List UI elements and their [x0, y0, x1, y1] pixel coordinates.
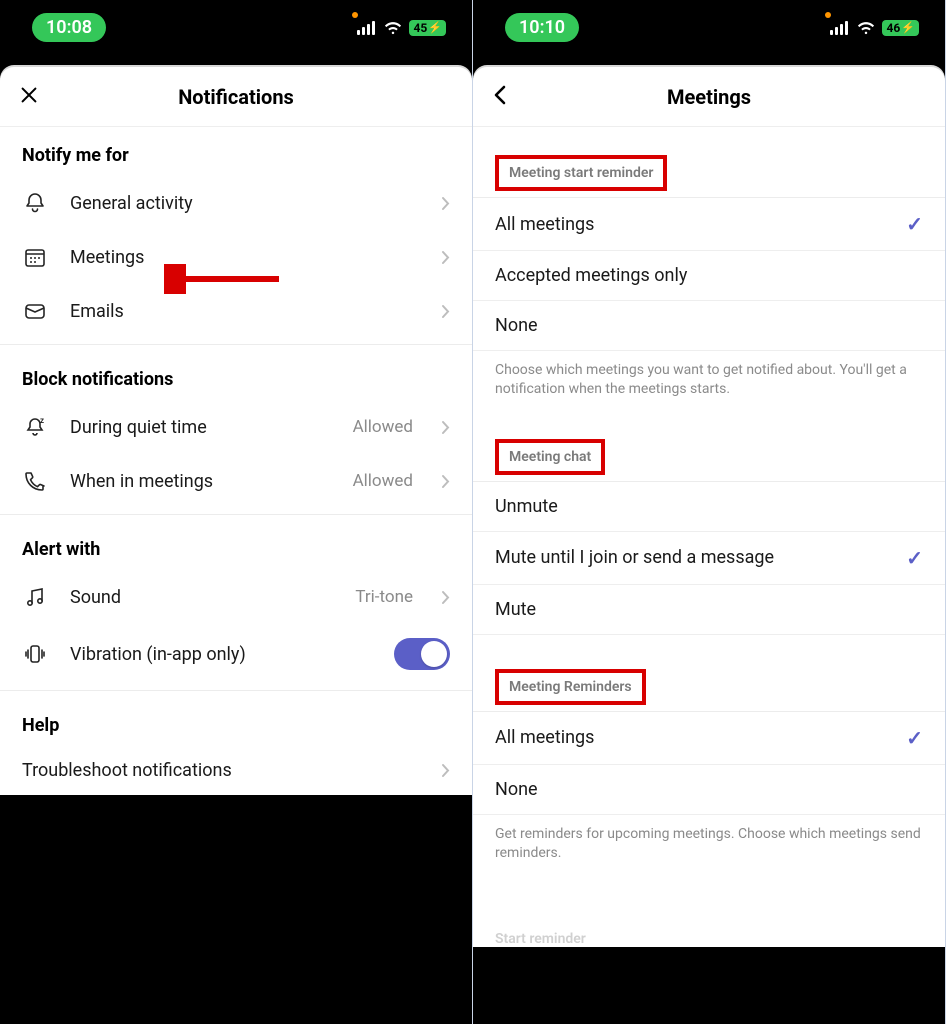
row-label: Troubleshoot notifications	[22, 760, 419, 781]
screen-header: Notifications	[0, 67, 472, 127]
option-label: Mute	[495, 599, 536, 620]
chevron-left-icon	[491, 83, 509, 111]
chevron-right-icon	[441, 420, 450, 435]
help-text: Get reminders for upcoming meetings. Cho…	[473, 815, 945, 869]
status-time: 10:08	[32, 13, 106, 42]
chevron-right-icon	[441, 196, 450, 211]
calendar-icon	[22, 244, 48, 270]
checkmark-icon: ✓	[906, 726, 923, 750]
row-label: General activity	[70, 193, 419, 214]
chevron-right-icon	[441, 763, 450, 778]
status-right: 46⚡	[830, 20, 919, 36]
group-title: Meeting start reminder	[495, 155, 667, 191]
row-label: Vibration (in-app only)	[70, 644, 372, 665]
chevron-right-icon	[441, 250, 450, 265]
group-meeting-reminders-header: Meeting Reminders	[473, 635, 945, 711]
mail-icon	[22, 298, 48, 324]
status-right: 45⚡	[357, 20, 446, 36]
back-button[interactable]	[491, 83, 509, 111]
phone-icon	[22, 468, 48, 494]
right-phone: 10:10 46⚡ Meetings Meeting start reminde…	[473, 0, 946, 1024]
chevron-right-icon	[441, 474, 450, 489]
wifi-icon	[383, 20, 403, 35]
option-label: None	[495, 779, 538, 800]
mic-indicator-dot	[825, 12, 831, 18]
music-icon	[22, 584, 48, 610]
row-label: Emails	[70, 301, 419, 322]
battery-indicator: 46⚡	[882, 20, 919, 36]
section-help-title: Help	[0, 697, 472, 746]
wifi-icon	[856, 20, 876, 35]
group-meeting-chat-header: Meeting chat	[473, 405, 945, 481]
quiet-time-icon: z	[22, 414, 48, 440]
option-accepted-only[interactable]: Accepted meetings only	[473, 251, 945, 301]
close-icon	[18, 84, 40, 110]
row-label: When in meetings	[70, 471, 331, 492]
page-title: Notifications	[178, 85, 294, 109]
row-value: Tri-tone	[355, 587, 413, 607]
screen-header: Meetings	[473, 67, 945, 127]
row-value: Allowed	[353, 417, 413, 437]
checkmark-icon: ✓	[906, 212, 923, 236]
cutoff-group-title: Start reminder	[473, 909, 945, 947]
list-item-when-in-meetings[interactable]: When in meetings Allowed	[0, 454, 472, 508]
option-none[interactable]: None	[473, 301, 945, 351]
option-all-meetings[interactable]: All meetings ✓	[473, 198, 945, 251]
vibration-icon	[22, 641, 48, 667]
page-title: Meetings	[667, 85, 751, 109]
option-reminders-all[interactable]: All meetings ✓	[473, 712, 945, 765]
list-item-troubleshoot[interactable]: Troubleshoot notifications	[0, 746, 472, 795]
option-mute[interactable]: Mute	[473, 585, 945, 635]
status-bar: 10:10 46⚡	[473, 0, 945, 55]
group-start-reminder-header: Meeting start reminder	[473, 127, 945, 197]
mic-indicator-dot	[352, 12, 358, 18]
cellular-signal-icon	[357, 21, 377, 35]
notifications-screen: Notifications Notify me for General acti…	[0, 67, 472, 795]
home-indicator	[629, 1010, 789, 1016]
list-item-sound[interactable]: Sound Tri-tone	[0, 570, 472, 624]
option-label: All meetings	[495, 214, 594, 235]
section-notify-title: Notify me for	[0, 127, 472, 176]
status-bar: 10:08 45⚡	[0, 0, 472, 55]
row-label: During quiet time	[70, 417, 331, 438]
section-block-title: Block notifications	[0, 351, 472, 400]
option-label: None	[495, 315, 538, 336]
list-item-vibration: Vibration (in-app only)	[0, 624, 472, 684]
option-label: Mute until I join or send a message	[495, 547, 774, 568]
cellular-signal-icon	[830, 21, 850, 35]
group-title: Meeting chat	[495, 439, 605, 475]
vibration-toggle[interactable]	[394, 638, 450, 670]
option-mute-until-join[interactable]: Mute until I join or send a message ✓	[473, 532, 945, 585]
row-label: Meetings	[70, 247, 419, 268]
option-unmute[interactable]: Unmute	[473, 482, 945, 532]
battery-indicator: 45⚡	[409, 20, 446, 36]
chevron-right-icon	[441, 304, 450, 319]
chevron-right-icon	[441, 590, 450, 605]
row-label: Sound	[70, 587, 333, 608]
list-item-quiet-time[interactable]: z During quiet time Allowed	[0, 400, 472, 454]
row-value: Allowed	[353, 471, 413, 491]
close-button[interactable]	[18, 84, 40, 110]
meetings-screen: Meetings Meeting start reminder All meet…	[473, 67, 945, 947]
svg-text:z: z	[40, 416, 44, 425]
home-indicator	[156, 1010, 316, 1016]
help-text: Choose which meetings you want to get no…	[473, 351, 945, 405]
left-phone: 10:08 45⚡ Notifications Notify me for	[0, 0, 473, 1024]
option-label: Unmute	[495, 496, 558, 517]
status-time: 10:10	[505, 13, 579, 42]
bell-icon	[22, 190, 48, 216]
option-label: All meetings	[495, 727, 594, 748]
option-label: Accepted meetings only	[495, 265, 687, 286]
option-reminders-none[interactable]: None	[473, 765, 945, 815]
section-alert-title: Alert with	[0, 521, 472, 570]
group-title: Meeting Reminders	[495, 669, 646, 705]
list-item-general-activity[interactable]: General activity	[0, 176, 472, 230]
list-item-meetings[interactable]: Meetings	[0, 230, 472, 284]
checkmark-icon: ✓	[906, 546, 923, 570]
list-item-emails[interactable]: Emails	[0, 284, 472, 338]
